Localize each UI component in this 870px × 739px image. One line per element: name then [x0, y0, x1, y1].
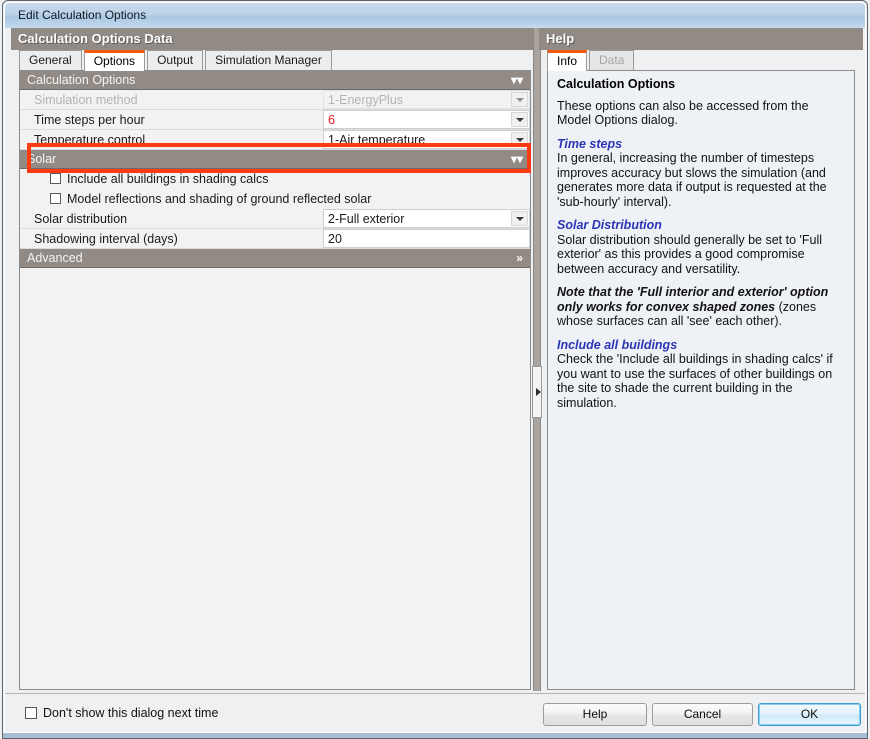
- section-label-calculation-options: Calculation Options: [27, 73, 136, 87]
- ok-button[interactable]: OK: [758, 703, 861, 726]
- help-intro: These options can also be accessed from …: [557, 98, 809, 128]
- title-bar[interactable]: Edit Calculation Options: [5, 3, 865, 28]
- row-solar-distribution[interactable]: Solar distribution 2-Full exterior: [20, 209, 530, 229]
- tab-options[interactable]: Options: [83, 50, 146, 71]
- tab-info[interactable]: Info: [547, 50, 588, 71]
- value-solar-distribution: 2-Full exterior: [328, 212, 405, 226]
- label-include-all-buildings: Include all buildings in shading calcs: [67, 172, 269, 186]
- label-simulation-method: Simulation method: [34, 93, 138, 107]
- field-time-steps-per-hour[interactable]: 6: [323, 110, 530, 129]
- value-simulation-method: 1-EnergyPlus: [328, 93, 404, 107]
- help-body-solar-distribution: Solar distribution should generally be s…: [557, 232, 823, 276]
- field-solar-distribution[interactable]: 2-Full exterior: [323, 209, 530, 228]
- cancel-button[interactable]: Cancel: [652, 703, 753, 726]
- dropdown-time-steps-per-hour[interactable]: [511, 112, 528, 127]
- chevron-right-icon[interactable]: »: [516, 250, 523, 267]
- dialog-window: Edit Calculation Options Calculation Opt…: [0, 0, 870, 739]
- help-heading-include-all-buildings: Include all buildings: [557, 337, 678, 352]
- window-frame-inner: Edit Calculation Options Calculation Opt…: [4, 2, 866, 733]
- field-simulation-method: 1-EnergyPlus: [323, 90, 530, 109]
- section-header-calculation-options[interactable]: Calculation Options ▾▾: [20, 71, 530, 90]
- checkbox-row-model-reflections[interactable]: Model reflections and shading of ground …: [20, 189, 530, 209]
- help-heading-solar-distribution: Solar Distribution: [557, 218, 662, 232]
- window-bottom-edge: [2, 733, 868, 739]
- value-temperature-control: 1-Air temperature: [328, 133, 426, 147]
- property-grid-inner: Calculation Options ▾▾ Simulation method…: [20, 71, 530, 689]
- help-tabstrip: Info Data: [547, 50, 636, 71]
- checkbox-row-include-all-buildings[interactable]: Include all buildings in shading calcs: [20, 169, 530, 189]
- dialog-body: Calculation Options Data General Options O…: [5, 28, 865, 693]
- label-dont-show-dialog: Don't show this dialog next time: [43, 706, 219, 720]
- field-temperature-control[interactable]: 1-Air temperature: [323, 130, 530, 149]
- help-pane: Help Info Data Calculation Options These …: [539, 28, 863, 691]
- help-pane-header-label: Help: [546, 31, 575, 46]
- chevron-down-icon: [516, 98, 524, 102]
- chevron-down-icon: [516, 217, 524, 221]
- left-tabstrip: General Options Output Simulation Manager: [19, 50, 334, 71]
- checkbox-model-reflections[interactable]: [50, 193, 61, 204]
- chevron-down-icon: [516, 118, 524, 122]
- label-temperature-control: Temperature control: [34, 133, 146, 147]
- section-label-advanced: Advanced: [27, 251, 83, 265]
- section-header-advanced[interactable]: Advanced »: [20, 249, 530, 268]
- help-title: Calculation Options: [557, 77, 676, 91]
- help-content-box: Calculation Options These options can al…: [547, 70, 855, 690]
- window-title: Edit Calculation Options: [18, 8, 147, 22]
- row-time-steps-per-hour[interactable]: Time steps per hour 6: [20, 110, 530, 130]
- window-frame: Edit Calculation Options Calculation Opt…: [2, 0, 868, 735]
- label-time-steps-per-hour: Time steps per hour: [34, 113, 145, 127]
- property-grid: Calculation Options ▾▾ Simulation method…: [19, 70, 531, 690]
- help-body-include-all-buildings: Check the 'Include all buildings in shad…: [557, 352, 833, 410]
- help-button[interactable]: Help: [543, 703, 647, 726]
- dropdown-temperature-control[interactable]: [511, 132, 528, 147]
- dropdown-solar-distribution[interactable]: [511, 211, 528, 226]
- checkbox-dont-show-dialog[interactable]: [25, 707, 37, 719]
- help-note-convex-zones: Note that the 'Full interior and exterio…: [557, 285, 846, 329]
- label-model-reflections: Model reflections and shading of ground …: [67, 192, 372, 206]
- tab-data: Data: [589, 50, 635, 70]
- help-content: Calculation Options These options can al…: [548, 71, 854, 427]
- section-label-solar: Solar: [27, 152, 57, 166]
- value-time-steps-per-hour: 6: [328, 113, 335, 127]
- chevron-expand-icon[interactable]: ▾▾: [511, 72, 523, 89]
- tab-simulation-manager[interactable]: Simulation Manager: [205, 50, 332, 70]
- row-shadowing-interval[interactable]: Shadowing interval (days) 20: [20, 229, 530, 249]
- dropdown-simulation-method: [511, 92, 528, 107]
- chevron-down-icon: [516, 138, 524, 142]
- row-simulation-method: Simulation method 1-EnergyPlus: [20, 90, 530, 110]
- help-body-time-steps: In general, increasing the number of tim…: [557, 151, 827, 209]
- label-solar-distribution: Solar distribution: [34, 212, 128, 226]
- left-pane: Calculation Options Data General Options O…: [11, 28, 535, 691]
- chevron-expand-icon[interactable]: ▾▾: [511, 151, 523, 168]
- row-temperature-control[interactable]: Temperature control 1-Air temperature: [20, 130, 530, 150]
- field-shadowing-interval[interactable]: 20: [323, 229, 530, 248]
- label-shadowing-interval: Shadowing interval (days): [34, 232, 178, 246]
- tab-general[interactable]: General: [19, 50, 82, 70]
- left-pane-header: Calculation Options Data: [11, 28, 535, 50]
- section-header-solar[interactable]: Solar ▾▾: [20, 150, 530, 169]
- checkbox-include-all-buildings[interactable]: [50, 173, 61, 184]
- tab-output[interactable]: Output: [147, 50, 204, 70]
- left-pane-header-label: Calculation Options Data: [18, 31, 173, 46]
- value-shadowing-interval: 20: [328, 232, 342, 246]
- dialog-footer: Don't show this dialog next time Help Ca…: [5, 693, 865, 732]
- help-pane-header: Help: [539, 28, 863, 50]
- help-heading-time-steps: Time steps: [557, 136, 623, 151]
